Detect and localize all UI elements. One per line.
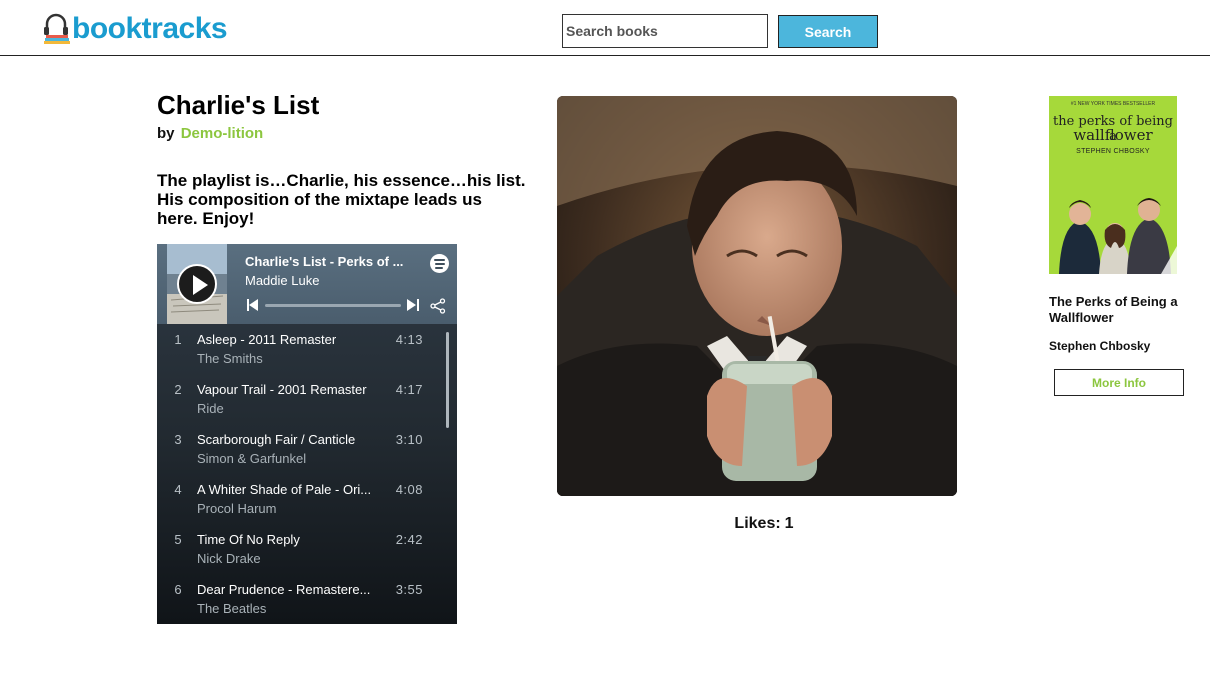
track-artist: Procol Harum <box>197 501 277 516</box>
playback-progress-bar[interactable] <box>265 304 401 307</box>
track-name: Scarborough Fair / Canticle <box>197 432 356 447</box>
playlist-byline: by Demo-lition <box>157 125 263 142</box>
track-list: 1 Asleep - 2011 Remaster The Smiths 4:13… <box>157 324 457 624</box>
track-duration: 3:10 <box>395 432 423 447</box>
book-author: Stephen Chbosky <box>1049 339 1151 353</box>
track-name: Vapour Trail - 2001 Remaster <box>197 382 367 397</box>
next-track-icon[interactable] <box>407 299 419 311</box>
track-duration: 4:13 <box>395 332 423 347</box>
spotify-embed-player: Charlie's List - Perks of ... Maddie Luk… <box>157 244 457 624</box>
track-name: Asleep - 2011 Remaster <box>197 332 337 347</box>
brand-name: booktracks <box>72 12 228 45</box>
track-duration: 3:55 <box>395 582 423 597</box>
by-label: by <box>157 125 175 142</box>
search-input[interactable] <box>562 14 768 48</box>
track-number: 6 <box>174 582 182 597</box>
track-number: 2 <box>174 382 182 397</box>
track-row[interactable]: 5 Time Of No Reply Nick Drake 2:42 <box>157 524 457 574</box>
likes-count: Likes: 1 <box>557 515 967 533</box>
playlist-photo <box>557 96 957 496</box>
track-row[interactable]: 1 Asleep - 2011 Remaster The Smiths 4:13 <box>157 324 457 374</box>
embed-playlist-name[interactable]: Charlie's List - Perks of ... <box>245 254 415 269</box>
track-row[interactable]: 4 A Whiter Shade of Pale - Ori... Procol… <box>157 474 457 524</box>
more-info-button[interactable]: More Info <box>1054 369 1184 396</box>
track-number: 1 <box>174 332 182 347</box>
track-artist: Ride <box>197 401 224 416</box>
previous-track-icon[interactable] <box>247 299 259 311</box>
playlist-author-link[interactable]: Demo-lition <box>181 125 264 142</box>
brand-logo[interactable]: booktracks <box>40 12 228 46</box>
headphones-books-icon <box>40 13 72 45</box>
track-artist: The Beatles <box>197 601 267 616</box>
track-name: Dear Prudence - Remastere... <box>197 582 371 597</box>
spotify-logo-icon[interactable] <box>430 254 449 273</box>
playlist-description: The playlist is…Charlie, his essence…his… <box>157 171 526 228</box>
track-number: 4 <box>174 482 182 497</box>
track-list-scrollbar[interactable] <box>446 332 449 428</box>
track-row[interactable]: 6 Dear Prudence - Remastere... The Beatl… <box>157 574 457 624</box>
track-number: 3 <box>174 432 182 447</box>
share-icon[interactable] <box>430 298 446 314</box>
player-header: Charlie's List - Perks of ... Maddie Luk… <box>157 244 457 324</box>
site-header: booktracks Search <box>0 0 1210 56</box>
track-name: A Whiter Shade of Pale - Ori... <box>197 482 372 497</box>
track-duration: 2:42 <box>395 532 423 547</box>
track-artist: Simon & Garfunkel <box>197 451 307 466</box>
track-row[interactable]: 2 Vapour Trail - 2001 Remaster Ride 4:17 <box>157 374 457 424</box>
track-duration: 4:17 <box>395 382 423 397</box>
track-name: Time Of No Reply <box>197 532 300 547</box>
playlist-title: Charlie's List <box>157 90 320 120</box>
likes-label: Likes: <box>734 515 781 532</box>
search-button[interactable]: Search <box>778 15 878 48</box>
track-artist: Nick Drake <box>197 551 261 566</box>
track-row[interactable]: 3 Scarborough Fair / Canticle Simon & Ga… <box>157 424 457 474</box>
book-cover-image[interactable]: #1 NEW YORK TIMES BESTSELLER the perks o… <box>1049 96 1177 274</box>
track-duration: 4:08 <box>395 482 423 497</box>
cover-figures-illustration <box>1059 198 1177 274</box>
track-artist: The Smiths <box>197 351 263 366</box>
likes-value: 1 <box>784 515 794 532</box>
book-title[interactable]: The Perks of Being a Wallflower <box>1049 294 1199 326</box>
track-number: 5 <box>174 532 182 547</box>
embed-playlist-owner[interactable]: Maddie Luke <box>245 273 319 288</box>
play-button[interactable] <box>177 264 217 304</box>
